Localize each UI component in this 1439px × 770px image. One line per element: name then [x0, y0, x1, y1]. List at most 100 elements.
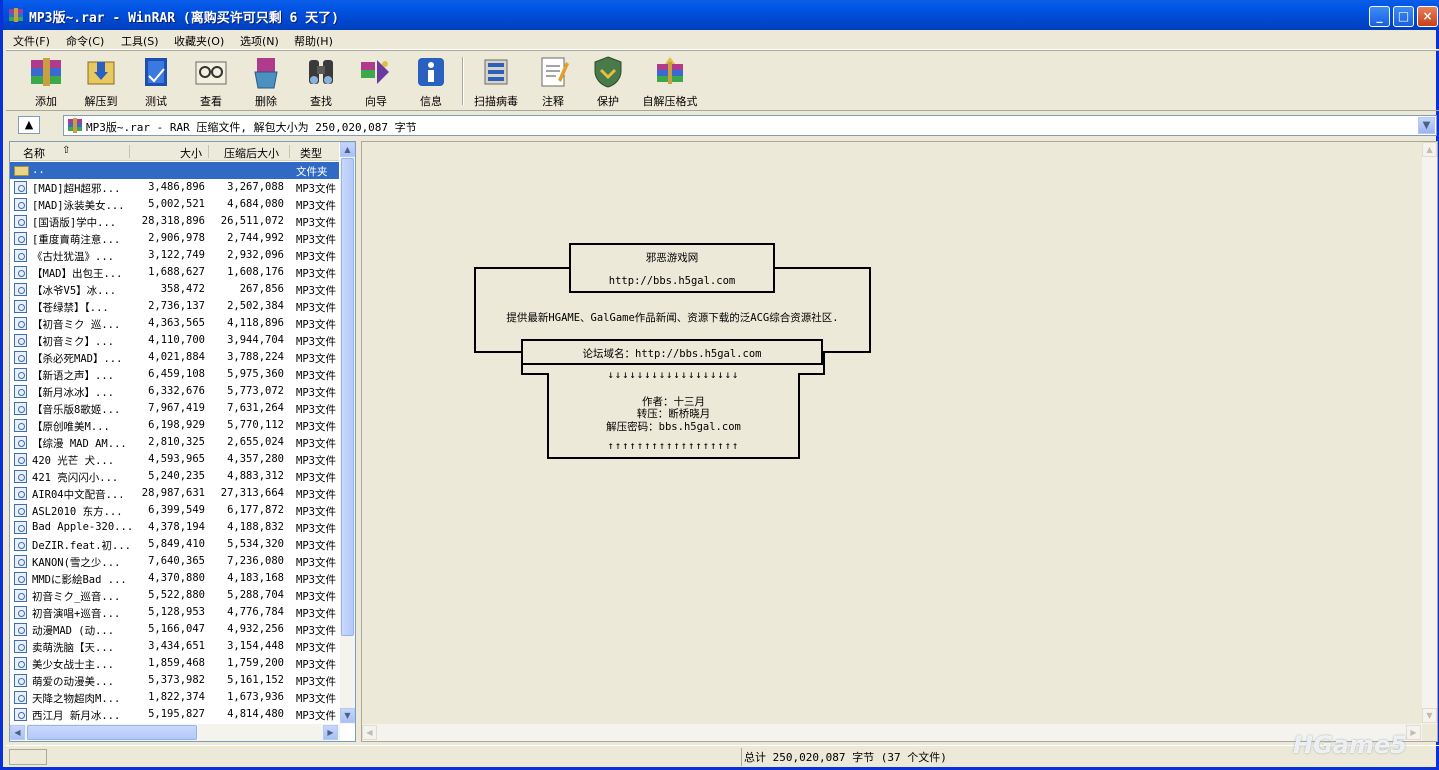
scroll-down-button[interactable]: ▼	[340, 708, 355, 723]
file-row[interactable]: 【初音ミク 巡... 4,363,565 4,118,896 MP3文件	[10, 315, 339, 332]
toolbar: 添加 解压到 测试 查看 删除 查找 向导 信息 扫描病毒 注释 保护 自解压格…	[6, 51, 1439, 111]
info-button[interactable]: 信息	[403, 54, 459, 108]
file-row[interactable]: [重度賣萌注意... 2,906,978 2,744,992 MP3文件	[10, 230, 339, 247]
file-name: DeZIR.feat.初...	[32, 540, 132, 552]
file-type: MP3文件	[296, 438, 336, 450]
wizard-button[interactable]: 向导	[348, 54, 404, 108]
file-row[interactable]: KANON(雪之少... 7,640,365 7,236,080 MP3文件	[10, 553, 339, 570]
file-row[interactable]: 【初音ミク】... 4,110,700 3,944,704 MP3文件	[10, 332, 339, 349]
menu-commands[interactable]: 命令(C)	[66, 33, 104, 49]
file-row[interactable]: 初音ミク_巡音... 5,522,880 5,288,704 MP3文件	[10, 587, 339, 604]
minimize-button[interactable]: _	[1369, 6, 1390, 27]
column-divider[interactable]	[129, 145, 130, 158]
file-name: [重度賣萌注意...	[32, 234, 121, 246]
file-name: [国语版]学中...	[32, 217, 117, 229]
virus-scan-button[interactable]: 扫描病毒	[468, 54, 524, 108]
file-row[interactable]: MMDに影絵Bad ... 4,370,880 4,183,168 MP3文件	[10, 570, 339, 587]
comment-horizontal-scrollbar[interactable]: ◀ ▶	[362, 724, 1422, 741]
scroll-thumb[interactable]	[27, 725, 197, 740]
file-size: 4,378,194	[148, 521, 205, 533]
menu-tools[interactable]: 工具(S)	[121, 33, 159, 49]
up-folder-button[interactable]: ▲	[18, 116, 40, 134]
column-size[interactable]: 大小	[180, 145, 202, 161]
file-row[interactable]: 【原创唯美M... 6,198,929 5,770,112 MP3文件	[10, 417, 339, 434]
scroll-left-button[interactable]: ◀	[10, 725, 25, 740]
file-row[interactable]: ASL2010 东方... 6,399,549 6,177,872 MP3文件	[10, 502, 339, 519]
file-row[interactable]: 421 亮闪闪小... 5,240,235 4,883,312 MP3文件	[10, 468, 339, 485]
view-button[interactable]: 查看	[183, 54, 239, 108]
file-row[interactable]: 初音演唱+巡音... 5,128,953 4,776,784 MP3文件	[10, 604, 339, 621]
sfx-button[interactable]: 自解压格式	[642, 54, 698, 108]
file-size: 5,522,880	[148, 589, 205, 601]
file-row[interactable]: 【新月冰冰】... 6,332,676 5,773,072 MP3文件	[10, 383, 339, 400]
file-packed-size: 5,288,704	[227, 589, 284, 601]
file-row[interactable]: [MAD]泳装美女... 5,002,521 4,684,080 MP3文件	[10, 196, 339, 213]
column-name[interactable]: 名称	[23, 145, 45, 161]
file-row[interactable]: 《古灶犹温》... 3,122,749 2,932,096 MP3文件	[10, 247, 339, 264]
comment-button[interactable]: 注释	[525, 54, 581, 108]
scroll-right-button[interactable]: ▶	[323, 725, 338, 740]
column-divider[interactable]	[208, 145, 209, 158]
file-row[interactable]: 【杀必死MAD】... 4,021,884 3,788,224 MP3文件	[10, 349, 339, 366]
file-row[interactable]: 420 光芒 犬... 4,593,965 4,357,280 MP3文件	[10, 451, 339, 468]
path-dropdown-button[interactable]: ▼	[1418, 117, 1435, 134]
file-row[interactable]: 【音乐版8歌姬... 7,967,419 7,631,264 MP3文件	[10, 400, 339, 417]
maximize-button[interactable]: □	[1393, 6, 1414, 27]
file-row[interactable]: 【新语之声】... 6,459,108 5,975,360 MP3文件	[10, 366, 339, 383]
file-row[interactable]: 萌爱の动漫美... 5,373,982 5,161,152 MP3文件	[10, 672, 339, 689]
file-type: MP3文件	[296, 370, 336, 382]
file-type: MP3文件	[296, 302, 336, 314]
file-row[interactable]: 【综漫 MAD AM... 2,810,325 2,655,024 MP3文件	[10, 434, 339, 451]
mp3-file-icon	[14, 215, 27, 228]
protect-button[interactable]: 保护	[580, 54, 636, 108]
info-icon	[418, 58, 444, 86]
file-row[interactable]: 【MAD】出包王... 1,688,627 1,608,176 MP3文件	[10, 264, 339, 281]
file-row[interactable]: AIR04中文配音... 28,987,631 27,313,664 MP3文件	[10, 485, 339, 502]
file-name: 美少女战士主...	[32, 659, 114, 671]
delete-button[interactable]: 删除	[238, 54, 294, 108]
title-bar[interactable]: MP3版~.rar - WinRAR (离购买许可只剩 6 天了) _ □ ×	[3, 0, 1439, 30]
mp3-file-icon	[14, 368, 27, 381]
close-button[interactable]: ×	[1417, 6, 1438, 27]
file-list-horizontal-scrollbar[interactable]: ◀ ▶	[10, 724, 340, 741]
menu-file[interactable]: 文件(F)	[13, 33, 50, 49]
scroll-left-button[interactable]: ◀	[362, 725, 377, 740]
add-button[interactable]: 添加	[18, 54, 74, 108]
file-row[interactable]: Bad Apple-320... 4,378,194 4,188,832 MP3文件	[10, 519, 339, 536]
comment-vertical-scrollbar[interactable]: ▲ ▼	[1422, 142, 1437, 724]
scroll-thumb[interactable]	[341, 158, 354, 636]
file-row[interactable]: 【苍绿禁】【... 2,736,137 2,502,384 MP3文件	[10, 298, 339, 315]
find-button[interactable]: 查找	[293, 54, 349, 108]
menu-help[interactable]: 帮助(H)	[294, 33, 333, 49]
extract-to-button[interactable]: 解压到	[73, 54, 129, 108]
file-packed-size: 4,118,896	[227, 317, 284, 329]
toolbar-separator	[462, 57, 464, 105]
file-row[interactable]: .. 文件夹	[10, 162, 339, 179]
menu-options[interactable]: 选项(N)	[240, 33, 279, 49]
column-divider[interactable]	[289, 145, 290, 158]
scroll-down-button[interactable]: ▼	[1422, 708, 1437, 723]
path-combobox[interactable]: MP3版~.rar - RAR 压缩文件, 解包大小为 250,020,087 …	[63, 115, 1437, 136]
file-row[interactable]: 天降之物超肉M... 1,822,374 1,673,936 MP3文件	[10, 689, 339, 706]
file-row[interactable]: [MAD]超H超邪... 3,486,896 3,267,088 MP3文件	[10, 179, 339, 196]
file-packed-size: 3,944,704	[227, 334, 284, 346]
drive-status-icon	[9, 749, 47, 765]
test-button[interactable]: 测试	[128, 54, 184, 108]
column-packed[interactable]: 压缩后大小	[224, 145, 279, 161]
file-row[interactable]: 【冰爷V5】冰... 358,472 267,856 MP3文件	[10, 281, 339, 298]
file-row[interactable]: 动漫MAD (动... 5,166,047 4,932,256 MP3文件	[10, 621, 339, 638]
scroll-right-button[interactable]: ▶	[1406, 725, 1421, 740]
file-row[interactable]: DeZIR.feat.初... 5,849,410 5,534,320 MP3文件	[10, 536, 339, 553]
file-packed-size: 5,770,112	[227, 419, 284, 431]
file-row[interactable]: 西江月 新月冰... 5,195,827 4,814,480 MP3文件	[10, 706, 339, 723]
status-total: 总计 250,020,087 字节 (37 个文件)	[744, 751, 947, 764]
file-list-vertical-scrollbar[interactable]: ▲ ▼	[340, 142, 355, 724]
menu-favorites[interactable]: 收藏夹(O)	[174, 33, 224, 49]
watermark-logo: HGame5	[1293, 731, 1407, 759]
file-row[interactable]: [国语版]学中... 28,318,896 26,511,072 MP3文件	[10, 213, 339, 230]
column-type[interactable]: 类型	[300, 145, 322, 161]
scroll-up-button[interactable]: ▲	[340, 142, 355, 157]
scroll-up-button[interactable]: ▲	[1422, 142, 1437, 157]
file-row[interactable]: 卖萌洗脑【天... 3,434,651 3,154,448 MP3文件	[10, 638, 339, 655]
file-row[interactable]: 美少女战士主... 1,859,468 1,759,200 MP3文件	[10, 655, 339, 672]
